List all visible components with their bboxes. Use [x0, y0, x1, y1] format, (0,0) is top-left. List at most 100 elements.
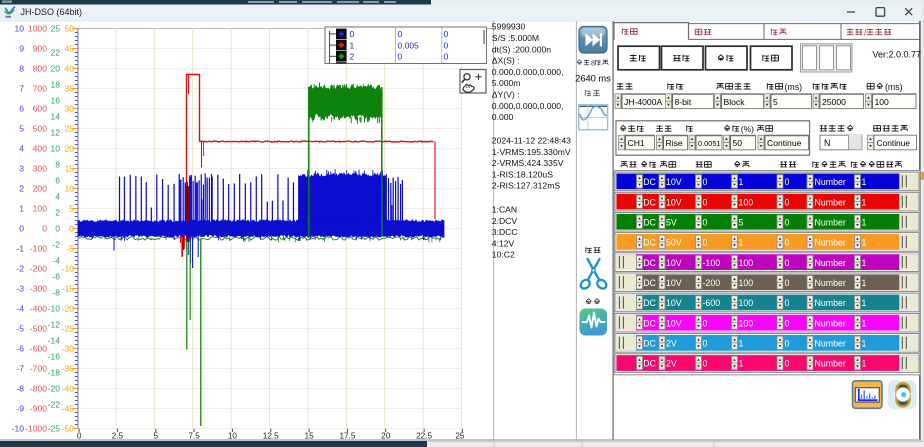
- svg-text:0: 0: [703, 177, 708, 187]
- svg-text:ΔY(V) :: ΔY(V) :: [492, 90, 520, 100]
- svg-text:0: 0: [703, 318, 708, 328]
- svg-text:5999930: 5999930: [492, 22, 526, 32]
- svg-text:10: 10: [14, 24, 24, 34]
- svg-text:3: 3: [19, 164, 24, 174]
- svg-text:8-bit: 8-bit: [675, 97, 692, 107]
- svg-text:Continue: Continue: [877, 138, 911, 148]
- svg-text:CH1: CH1: [628, 138, 645, 148]
- svg-text:0.005: 0.005: [398, 40, 420, 50]
- svg-text:2-VRMS:424.335V: 2-VRMS:424.335V: [492, 158, 564, 168]
- svg-text:-40: -40: [62, 384, 75, 394]
- svg-text:Number: Number: [815, 318, 846, 328]
- svg-text:-800: -800: [30, 384, 47, 394]
- svg-text:0: 0: [785, 278, 790, 288]
- svg-text:2: 2: [19, 184, 24, 194]
- svg-text:-14: -14: [48, 336, 61, 346]
- svg-text:20: 20: [381, 432, 391, 441]
- svg-text:10: 10: [64, 184, 74, 194]
- svg-text:8: 8: [19, 64, 24, 74]
- svg-text:-30: -30: [62, 344, 75, 354]
- svg-text:1: 1: [19, 204, 24, 214]
- svg-text:3:DCC: 3:DCC: [492, 227, 518, 237]
- svg-text:-8: -8: [16, 384, 24, 394]
- svg-text:-6: -6: [52, 272, 60, 282]
- svg-text:-12: -12: [48, 320, 61, 330]
- svg-text:-15: -15: [62, 284, 75, 294]
- svg-text:5: 5: [773, 97, 778, 107]
- svg-text:ΔX(S) :: ΔX(S) :: [492, 56, 520, 66]
- svg-text:(%): (%): [741, 124, 754, 134]
- svg-text:100: 100: [33, 204, 48, 214]
- svg-text:7.5: 7.5: [188, 432, 200, 441]
- svg-text:DC: DC: [643, 339, 656, 349]
- svg-text:5.000m: 5.000m: [492, 78, 521, 88]
- svg-text:4:12V: 4:12V: [492, 238, 515, 248]
- svg-text:Rise: Rise: [666, 138, 683, 148]
- svg-text:15: 15: [305, 432, 315, 441]
- svg-text:2-RIS:127.312mS: 2-RIS:127.312mS: [492, 181, 561, 191]
- svg-text:16: 16: [50, 96, 60, 106]
- svg-text:N: N: [824, 138, 830, 148]
- svg-text:1: 1: [862, 258, 867, 268]
- svg-text:DC: DC: [643, 217, 656, 227]
- svg-text:0: 0: [444, 40, 449, 50]
- svg-text:100: 100: [739, 258, 754, 268]
- svg-text:0: 0: [55, 224, 60, 234]
- svg-text:-16: -16: [48, 352, 61, 362]
- svg-text:100: 100: [875, 97, 890, 107]
- svg-text:-7: -7: [16, 364, 24, 374]
- svg-text:100: 100: [739, 197, 754, 207]
- svg-text:2: 2: [350, 52, 355, 62]
- svg-text:100: 100: [739, 318, 754, 328]
- svg-text:0: 0: [19, 224, 24, 234]
- svg-text:25: 25: [64, 124, 74, 134]
- svg-text:0: 0: [398, 52, 403, 62]
- svg-text:17.5: 17.5: [339, 432, 355, 441]
- svg-text:700: 700: [33, 84, 48, 94]
- svg-text:400: 400: [33, 144, 48, 154]
- svg-text:0: 0: [703, 238, 708, 248]
- svg-text:2.5: 2.5: [112, 432, 124, 441]
- svg-text:Number: Number: [815, 217, 846, 227]
- svg-text:1: 1: [350, 40, 355, 50]
- svg-text:S/S :5.000M: S/S :5.000M: [492, 33, 539, 43]
- svg-text:6: 6: [55, 176, 60, 186]
- svg-text:-200: -200: [30, 264, 47, 274]
- svg-text:0: 0: [42, 224, 47, 234]
- svg-text:-5: -5: [16, 324, 24, 334]
- svg-text:20: 20: [50, 64, 60, 74]
- svg-text:DC: DC: [643, 298, 656, 308]
- svg-text:10: 10: [50, 144, 60, 154]
- svg-text:-500: -500: [30, 324, 47, 334]
- svg-text:1: 1: [862, 217, 867, 227]
- svg-text:Number: Number: [815, 197, 846, 207]
- svg-text:-22: -22: [48, 400, 61, 410]
- svg-text:8: 8: [591, 59, 595, 68]
- svg-text:Number: Number: [815, 258, 846, 268]
- svg-text:1000: 1000: [28, 24, 47, 34]
- svg-text:50: 50: [733, 138, 743, 148]
- svg-text:12.5: 12.5: [263, 432, 279, 441]
- svg-text:10:C2: 10:C2: [492, 250, 515, 260]
- svg-text:-20: -20: [48, 384, 61, 394]
- svg-text:Block: Block: [724, 97, 746, 107]
- svg-text:0.000,0.000,0.000,: 0.000,0.000,0.000,: [492, 101, 564, 111]
- svg-text:14: 14: [50, 112, 60, 122]
- svg-text:20: 20: [64, 144, 74, 154]
- svg-text:4: 4: [19, 144, 24, 154]
- svg-text:0: 0: [785, 238, 790, 248]
- svg-text:2: 2: [55, 208, 60, 218]
- svg-text:DC: DC: [643, 318, 656, 328]
- svg-text:40: 40: [64, 64, 74, 74]
- svg-text:DC: DC: [643, 359, 656, 369]
- svg-text:1: 1: [739, 177, 744, 187]
- svg-text:0: 0: [77, 432, 82, 441]
- svg-text:2V: 2V: [666, 339, 677, 349]
- svg-text:0: 0: [785, 359, 790, 369]
- svg-text:-600: -600: [30, 344, 47, 354]
- svg-text:0: 0: [785, 339, 790, 349]
- svg-text:-3: -3: [16, 284, 24, 294]
- svg-text:DC: DC: [643, 238, 656, 248]
- svg-text:(ms): (ms): [885, 82, 903, 92]
- svg-text:1: 1: [862, 177, 867, 187]
